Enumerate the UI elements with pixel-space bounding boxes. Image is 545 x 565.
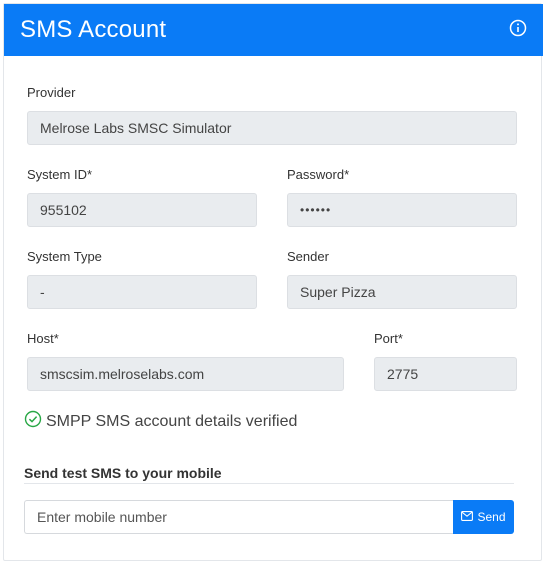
info-icon[interactable]: [509, 19, 527, 42]
page-title: SMS Account: [20, 16, 167, 43]
check-circle-icon: [24, 410, 46, 433]
password-label: Password*: [287, 167, 350, 182]
password-field[interactable]: ••••••: [287, 193, 517, 227]
host-label: Host*: [27, 331, 59, 346]
send-button[interactable]: Send: [453, 500, 514, 534]
envelope-icon: [461, 510, 474, 524]
card-header: SMS Account: [4, 4, 543, 56]
verification-text: SMPP SMS account details verified: [46, 412, 298, 430]
system-id-field[interactable]: 955102: [27, 193, 257, 227]
provider-field[interactable]: Melrose Labs SMSC Simulator: [27, 111, 517, 145]
system-id-label: System ID*: [27, 167, 93, 182]
send-label: Send: [477, 510, 506, 524]
system-type-field[interactable]: -: [27, 275, 257, 309]
divider: [24, 483, 514, 484]
port-label: Port*: [374, 331, 403, 346]
system-type-label: System Type: [27, 249, 102, 264]
sender-label: Sender: [287, 249, 329, 264]
port-field[interactable]: 2775: [374, 357, 517, 391]
mobile-number-input[interactable]: [24, 500, 454, 534]
provider-label: Provider: [27, 85, 76, 100]
test-sms-title: Send test SMS to your mobile: [24, 465, 222, 481]
verification-status: SMPP SMS account details verified: [24, 410, 297, 433]
sender-field[interactable]: Super Pizza: [287, 275, 517, 309]
host-field[interactable]: smscsim.melroselabs.com: [27, 357, 344, 391]
